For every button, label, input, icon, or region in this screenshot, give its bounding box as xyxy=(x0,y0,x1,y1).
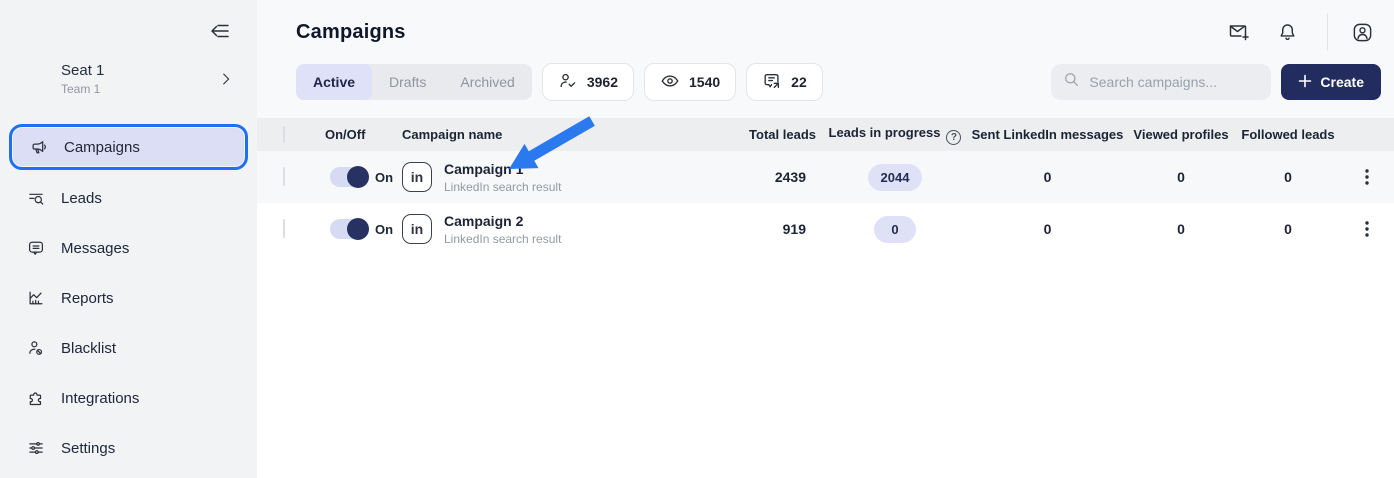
table-row: On in Campaign 2 LinkedIn search result … xyxy=(257,203,1394,255)
chat-bubble-icon xyxy=(27,239,45,257)
campaign-type: LinkedIn search result xyxy=(444,232,561,246)
seat-selector[interactable]: Seat 1 Team 1 xyxy=(0,62,257,96)
seat-subtitle: Team 1 xyxy=(61,82,217,96)
campaign-name-link[interactable]: Campaign 1 xyxy=(444,161,561,177)
table-header: On/Off Campaign name Total leads Leads i… xyxy=(257,118,1394,151)
create-button[interactable]: Create xyxy=(1281,64,1381,100)
sidebar-item-label: Messages xyxy=(61,240,129,257)
campaign-type: LinkedIn search result xyxy=(444,180,561,194)
header-divider xyxy=(1327,13,1328,51)
sidebar-item-label: Reports xyxy=(61,290,114,307)
total-leads-value: 919 xyxy=(710,221,820,237)
select-all-checkbox[interactable] xyxy=(283,126,285,143)
col-viewed-profiles: Viewed profiles xyxy=(1125,127,1237,142)
stat-value: 22 xyxy=(791,74,807,90)
campaign-toggle[interactable] xyxy=(330,219,368,239)
sidebar-item-label: Campaigns xyxy=(64,139,140,156)
col-sent-messages: Sent LinkedIn messages xyxy=(970,127,1125,142)
collapse-sidebar-icon[interactable] xyxy=(207,18,233,44)
followed-leads-value: 0 xyxy=(1237,221,1339,237)
leads-in-progress-badge: 2044 xyxy=(868,164,923,191)
sidebar-item-label: Integrations xyxy=(61,390,139,407)
message-sent-icon xyxy=(762,71,782,94)
eye-icon xyxy=(660,71,680,94)
viewed-profiles-value: 0 xyxy=(1125,169,1237,185)
row-menu-icon[interactable] xyxy=(1339,219,1394,239)
col-campaign-name: Campaign name xyxy=(390,127,710,142)
person-check-icon xyxy=(558,71,578,94)
sidebar-item-label: Blacklist xyxy=(61,340,116,357)
sidebar: Seat 1 Team 1 Campaigns xyxy=(0,0,257,478)
row-checkbox[interactable] xyxy=(283,167,285,186)
row-checkbox[interactable] xyxy=(283,219,285,238)
help-icon[interactable] xyxy=(946,130,961,145)
linkedin-icon: in xyxy=(402,214,432,244)
stat-value: 1540 xyxy=(689,74,720,90)
campaign-tabs: Active Drafts Archived xyxy=(296,64,532,100)
sidebar-item-blacklist[interactable]: Blacklist xyxy=(0,326,257,370)
col-followed-leads: Followed leads xyxy=(1237,127,1339,142)
tab-archived[interactable]: Archived xyxy=(443,64,531,100)
total-leads-value: 2439 xyxy=(710,169,820,185)
main-area: Campaigns xyxy=(257,0,1394,478)
linkedin-icon: in xyxy=(402,162,432,192)
tab-drafts[interactable]: Drafts xyxy=(372,64,443,100)
sidebar-nav: Campaigns Leads xyxy=(0,124,257,470)
sidebar-item-messages[interactable]: Messages xyxy=(0,226,257,270)
mail-add-icon[interactable] xyxy=(1227,20,1251,44)
sliders-icon xyxy=(27,439,45,457)
search-campaigns-box xyxy=(1051,64,1271,100)
plus-icon xyxy=(1298,74,1312,91)
sidebar-item-label: Leads xyxy=(61,190,102,207)
tab-active[interactable]: Active xyxy=(296,64,372,100)
sidebar-item-leads[interactable]: Leads xyxy=(0,176,257,220)
search-input[interactable] xyxy=(1089,74,1259,90)
chevron-right-icon xyxy=(217,70,235,88)
col-leads-in-progress: Leads in progress xyxy=(820,125,970,145)
followed-leads-value: 0 xyxy=(1237,169,1339,185)
chart-icon xyxy=(27,289,45,307)
megaphone-icon xyxy=(30,138,48,156)
user-circle-icon[interactable] xyxy=(1350,20,1374,44)
app-window: Seat 1 Team 1 Campaigns xyxy=(0,0,1394,478)
col-total-leads: Total leads xyxy=(710,127,820,142)
stat-chip-messages[interactable]: 22 xyxy=(746,63,823,101)
toolbar: Active Drafts Archived 3962 xyxy=(257,63,1394,118)
viewed-profiles-value: 0 xyxy=(1125,221,1237,237)
sidebar-item-campaigns[interactable]: Campaigns xyxy=(13,128,244,166)
annotation-highlight-box: Campaigns xyxy=(9,124,248,170)
sidebar-item-integrations[interactable]: Integrations xyxy=(0,376,257,420)
col-on-off: On/Off xyxy=(315,127,390,142)
search-icon xyxy=(1063,71,1080,93)
puzzle-icon xyxy=(27,389,45,407)
sent-messages-value: 0 xyxy=(970,169,1125,185)
person-block-icon xyxy=(27,339,45,357)
stat-value: 3962 xyxy=(587,74,618,90)
campaign-toggle[interactable] xyxy=(330,167,368,187)
campaign-name-link[interactable]: Campaign 2 xyxy=(444,213,561,229)
sidebar-item-reports[interactable]: Reports xyxy=(0,276,257,320)
stat-chip-leads[interactable]: 3962 xyxy=(542,63,634,101)
sidebar-item-label: Settings xyxy=(61,440,115,457)
bell-icon[interactable] xyxy=(1275,20,1299,44)
sidebar-item-settings[interactable]: Settings xyxy=(0,426,257,470)
leads-in-progress-badge: 0 xyxy=(874,216,916,243)
main-header: Campaigns xyxy=(257,0,1394,118)
stat-chip-views[interactable]: 1540 xyxy=(644,63,736,101)
row-menu-icon[interactable] xyxy=(1339,167,1394,187)
leads-search-icon xyxy=(27,189,45,207)
page-title: Campaigns xyxy=(296,21,406,44)
seat-title: Seat 1 xyxy=(61,62,217,79)
create-label: Create xyxy=(1320,74,1364,90)
table-row: On in Campaign 1 LinkedIn search result … xyxy=(257,151,1394,203)
sent-messages-value: 0 xyxy=(970,221,1125,237)
